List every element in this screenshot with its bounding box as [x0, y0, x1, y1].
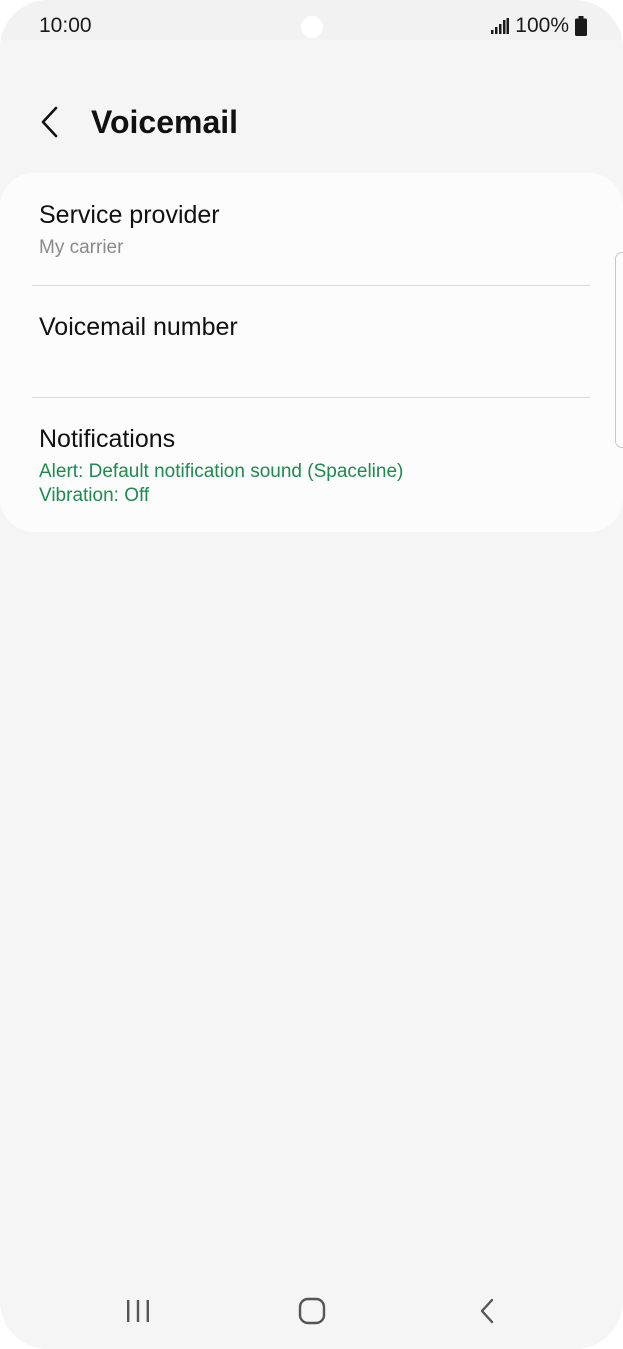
voicemail-number-title: Voicemail number — [39, 313, 238, 341]
service-provider-title: Service provider — [39, 201, 220, 229]
voicemail-number-item[interactable]: Voicemail number — [0, 285, 623, 397]
signal-icon — [491, 18, 510, 34]
phone-screen: 10:00 100% Voicemail Service provider My… — [0, 0, 623, 1349]
battery-percentage: 100% — [515, 14, 569, 37]
back-arrow-icon[interactable] — [34, 102, 66, 142]
home-button[interactable] — [272, 1276, 352, 1346]
notifications-alert-value: Alert: Default notification sound (Space… — [39, 461, 404, 482]
back-icon — [480, 1298, 494, 1324]
home-icon — [298, 1297, 326, 1325]
navigation-bar — [0, 1276, 623, 1346]
nav-back-button[interactable] — [447, 1276, 527, 1346]
status-indicators: 100% — [491, 12, 587, 40]
voicemail-settings-card: Service provider My carrier Voicemail nu… — [0, 173, 623, 532]
page-title: Voicemail — [91, 104, 239, 140]
front-camera — [301, 16, 323, 38]
service-provider-item[interactable]: Service provider My carrier — [0, 173, 623, 285]
service-provider-value: My carrier — [39, 237, 124, 258]
notifications-title: Notifications — [39, 425, 176, 453]
recent-apps-button[interactable] — [98, 1276, 178, 1346]
app-header: Voicemail — [0, 92, 623, 152]
notifications-item[interactable]: Notifications Alert: Default notificatio… — [0, 397, 623, 532]
scroll-indicator[interactable] — [615, 252, 623, 448]
status-bar: 10:00 100% — [0, 0, 623, 40]
recent-apps-icon — [127, 1300, 149, 1322]
notifications-vibration-value: Vibration: Off — [39, 485, 150, 506]
status-time: 10:00 — [39, 14, 92, 37]
battery-icon — [575, 16, 587, 36]
